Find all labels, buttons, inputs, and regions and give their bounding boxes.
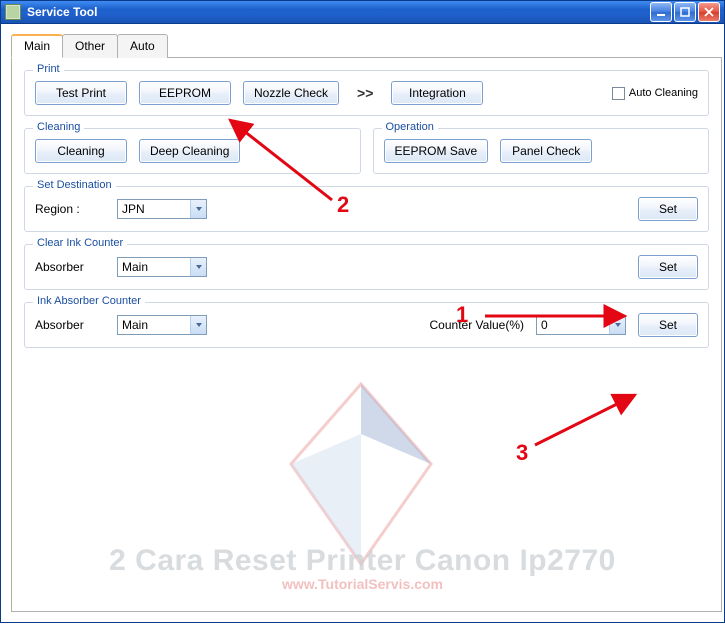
window: Service Tool Main Other Auto Print Tes [0,0,725,623]
integration-button[interactable]: Integration [391,81,483,105]
double-arrow-icon: >> [351,85,379,101]
deep-cleaning-button[interactable]: Deep Cleaning [139,139,240,163]
group-operation: Operation EEPROM Save Panel Check [373,128,710,174]
group-set-destination: Set Destination Region : JPN Set [24,186,709,232]
chevron-down-icon [190,258,206,276]
titlebar[interactable]: Service Tool [1,1,724,24]
tab-strip: Main Other Auto [11,34,722,58]
absorber-label-2: Absorber [35,318,105,332]
group-clear-ink: Clear Ink Counter Absorber Main Set [24,244,709,290]
set-clear-ink-button[interactable]: Set [638,255,698,279]
chevron-down-icon [190,316,206,334]
region-combo[interactable]: JPN [117,199,207,219]
auto-cleaning-label: Auto Cleaning [629,87,698,99]
counter-value-value: 0 [537,318,609,332]
window-title: Service Tool [27,5,650,19]
auto-cleaning-checkbox[interactable]: Auto Cleaning [612,87,698,100]
eeprom-button[interactable]: EEPROM [139,81,231,105]
ink-absorber-combo[interactable]: Main [117,315,207,335]
group-print-legend: Print [33,63,64,75]
tab-main[interactable]: Main [11,34,63,58]
checkbox-box-icon [612,87,625,100]
maximize-button[interactable] [674,2,696,22]
region-label: Region : [35,202,105,216]
group-cleaning-legend: Cleaning [33,121,84,133]
eeprom-save-button[interactable]: EEPROM Save [384,139,489,163]
nozzle-check-button[interactable]: Nozzle Check [243,81,339,105]
group-cleaning: Cleaning Cleaning Deep Cleaning [24,128,361,174]
set-ink-absorber-button[interactable]: Set [638,313,698,337]
group-clear-ink-legend: Clear Ink Counter [33,237,127,249]
test-print-button[interactable]: Test Print [35,81,127,105]
set-destination-button[interactable]: Set [638,197,698,221]
group-print: Print Test Print EEPROM Nozzle Check >> … [24,70,709,116]
group-operation-legend: Operation [382,121,438,133]
absorber-label-1: Absorber [35,260,105,274]
panel-check-button[interactable]: Panel Check [500,139,592,163]
cleaning-button[interactable]: Cleaning [35,139,127,163]
region-value: JPN [118,202,190,216]
app-icon [5,4,21,20]
tab-other[interactable]: Other [62,34,118,58]
client-area: Main Other Auto Print Test Print EEPROM … [1,24,724,622]
chevron-down-icon [190,200,206,218]
minimize-button[interactable] [650,2,672,22]
watermark-title: 2 Cara Reset Printer Canon Ip2770 [1,544,724,578]
watermark: 2 Cara Reset Printer Canon Ip2770 www.Tu… [1,544,724,592]
ink-absorber-value: Main [118,318,190,332]
clear-absorber-combo[interactable]: Main [117,257,207,277]
chevron-down-icon [609,316,625,334]
group-ink-abs-legend: Ink Absorber Counter [33,295,145,307]
watermark-url: www.TutorialServis.com [1,576,724,592]
group-dest-legend: Set Destination [33,179,116,191]
counter-value-label: Counter Value(%) [430,318,525,332]
clear-absorber-value: Main [118,260,190,274]
group-ink-absorber: Ink Absorber Counter Absorber Main Count… [24,302,709,348]
close-button[interactable] [698,2,720,22]
tab-auto[interactable]: Auto [117,34,168,58]
counter-value-combo[interactable]: 0 [536,315,626,335]
